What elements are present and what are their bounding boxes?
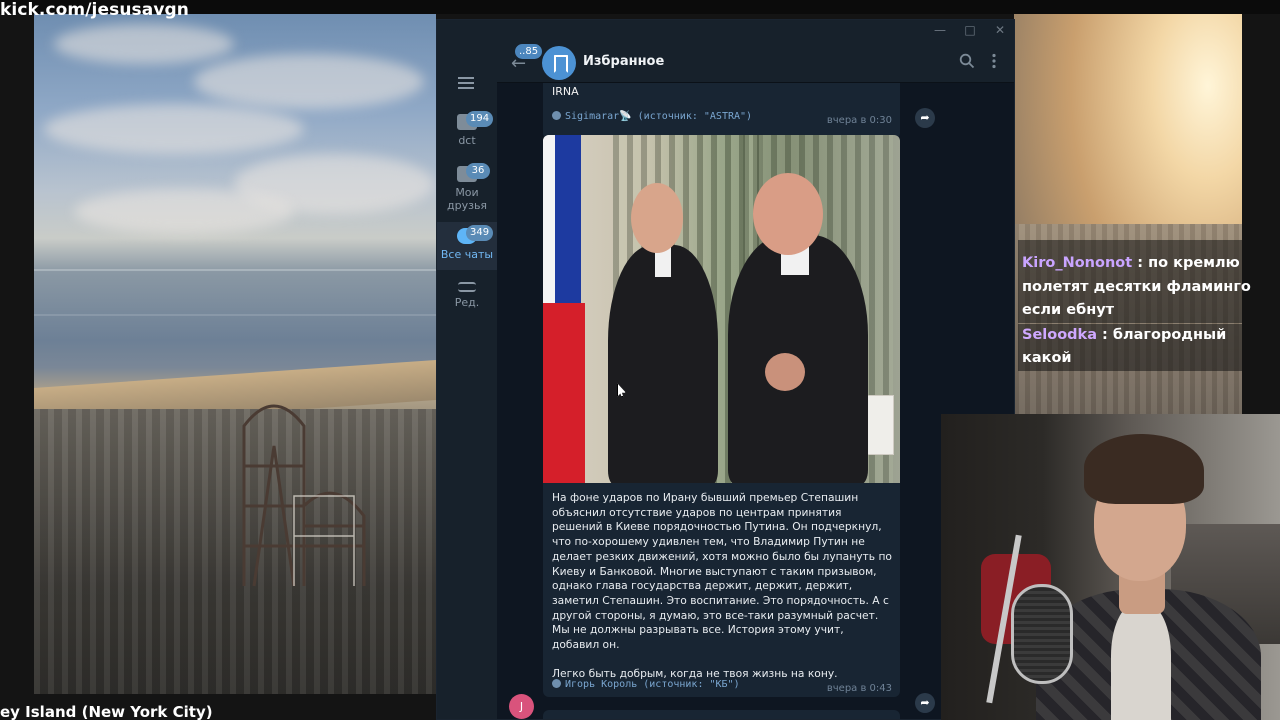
window-titlebar: — □ ✕: [437, 20, 1014, 42]
maximize-button[interactable]: □: [963, 23, 977, 37]
user-icon: [552, 679, 561, 688]
message-bubble: На фоне ударов по Ирану бывший премьер С…: [543, 135, 900, 697]
stream-frame: ey Island (New York City) Kiro_Nononot :…: [0, 0, 1280, 720]
folder-label: Все чаты: [440, 248, 494, 261]
message-list[interactable]: IRNA Sigimarar📡 (источник: "ASTRA") вчер…: [497, 83, 1014, 719]
roller-coaster-image: [242, 404, 366, 587]
forward-icon[interactable]: ➦: [915, 693, 935, 713]
sliders-icon: [458, 282, 476, 292]
bookmark-icon: [542, 46, 576, 80]
stream-url: kick.com/jesusavgn: [0, 0, 189, 20]
sender-avatar[interactable]: J: [509, 694, 534, 719]
folder-edit[interactable]: Ред.: [437, 282, 497, 322]
webcam-feed: [941, 414, 1280, 720]
folders-sidebar: 194 dct 36 Мои друзья 349 Все чаты Ред.: [437, 42, 497, 719]
message-time: вчера в 0:30: [826, 115, 892, 126]
message-bubble: IRNA Sigimarar📡 (источник: "ASTRA") вчер…: [543, 83, 900, 139]
chat-header: ← ..85 Избранное: [497, 42, 1014, 83]
chat-title[interactable]: Избранное: [583, 54, 664, 69]
back-unread-badge: ..85: [515, 44, 543, 59]
message-signature: Sigimarar📡 (источник: "ASTRA"): [552, 111, 752, 122]
search-icon[interactable]: [959, 53, 975, 73]
telegram-window: — □ ✕ 194 dct 36 Мои друзья 349 Все чаты: [436, 19, 1015, 720]
more-options-icon[interactable]: [991, 53, 997, 73]
chat-message: Seloodka : благородный какой: [1018, 323, 1280, 371]
browser-top-strip: [0, 0, 1280, 14]
menu-icon[interactable]: [458, 77, 474, 89]
message-bubble-partial: [543, 710, 900, 719]
folder-dct[interactable]: 194 dct: [437, 111, 497, 154]
message-photo[interactable]: [543, 135, 900, 483]
folder-label: Мои друзья: [447, 186, 488, 212]
message-text: На фоне ударов по Ирану бывший премьер С…: [552, 491, 892, 681]
folder-label: Ред.: [454, 296, 480, 309]
unread-badge: 36: [466, 163, 490, 179]
background-photo-left: [34, 14, 436, 694]
chat-username: Kiro_Nononot: [1022, 255, 1133, 271]
folder-my-friends[interactable]: 36 Мои друзья: [437, 163, 497, 216]
chat-username: Seloodka: [1022, 326, 1097, 343]
minimize-button[interactable]: —: [933, 23, 947, 37]
unread-badge: 194: [466, 111, 494, 127]
forward-icon[interactable]: ➦: [915, 108, 935, 128]
background-caption: ey Island (New York City): [0, 703, 213, 720]
chat-message: Kiro_Nononot : по кремлю полетят десятки…: [1018, 252, 1280, 323]
close-button[interactable]: ✕: [993, 23, 1007, 37]
microphone-icon: [1011, 584, 1073, 684]
folder-all-chats[interactable]: 349 Все чаты: [437, 222, 497, 270]
folder-label: dct: [458, 134, 476, 147]
message-signature: Игорь Король (источник: "КБ"): [552, 679, 740, 690]
chat-partial-line: [1018, 240, 1280, 252]
unread-badge: 349: [466, 225, 494, 241]
stream-chat-overlay: Kiro_Nononot : по кремлю полетят десятки…: [1018, 240, 1280, 372]
user-icon: [552, 111, 561, 120]
message-text: IRNA: [552, 85, 579, 98]
message-time: вчера в 0:43: [826, 683, 892, 694]
